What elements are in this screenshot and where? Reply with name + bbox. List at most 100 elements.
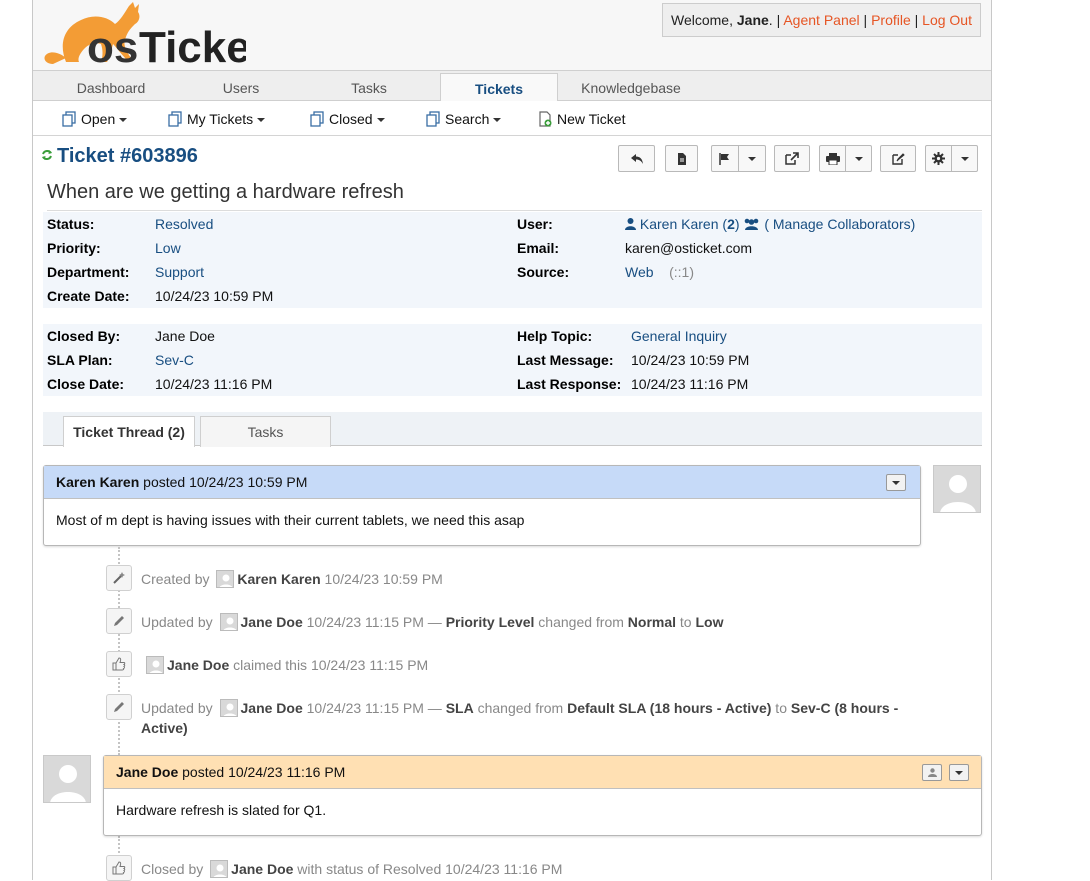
tab-tickets[interactable]: Tickets [440, 73, 558, 102]
event-to-word: to [676, 614, 696, 630]
page: os Ticket Welcome, Jane. | Agent Panel |… [32, 0, 992, 881]
separator: | [910, 12, 923, 28]
tab-tasks[interactable]: Tasks [311, 71, 427, 101]
subnav-search[interactable]: Search [425, 110, 502, 130]
event-sla-changed: Updated by Jane Doe 10/24/23 11:15 PM — … [141, 698, 941, 738]
source-value-text: Web [625, 264, 654, 280]
osticket-logo[interactable]: os Ticket [41, 0, 266, 72]
tab-thread-tasks[interactable]: Tasks [200, 416, 331, 447]
event-from: Normal [627, 614, 677, 630]
caret-down-icon [257, 118, 266, 122]
profile-link[interactable]: Profile [871, 12, 911, 28]
tickets-icon [62, 111, 76, 127]
refresh-icon[interactable] [41, 149, 53, 161]
priority-value: Low [155, 238, 181, 258]
gear-caret-half [952, 146, 977, 171]
reply-icon [630, 153, 643, 164]
subnav-closed[interactable]: Closed [309, 110, 385, 130]
department-row: Department: [47, 262, 129, 282]
event-actor: Jane Doe [240, 700, 303, 716]
source-value: Web (::1) [625, 262, 694, 282]
event-actor: Jane Doe [167, 657, 230, 673]
message-options-button[interactable] [886, 474, 906, 491]
event-priority-changed: Updated by Jane Doe 10/24/23 11:15 PM — … [141, 612, 724, 632]
event-actor: Karen Karen [237, 571, 321, 587]
event-edit-icon [106, 608, 132, 634]
event-prefix: Closed by [141, 861, 208, 877]
closed-by-row: Closed By: [47, 326, 120, 346]
print-caret-half [846, 146, 871, 171]
ticket-subject: When are we getting a hardware refresh [47, 181, 404, 203]
status-value-text: Resolved [155, 216, 214, 232]
email-value: karen@osticket.com [625, 238, 752, 258]
svg-text:os: os [87, 23, 138, 68]
more-actions-button[interactable] [925, 145, 978, 172]
share-icon [785, 152, 799, 165]
user-icon [625, 218, 636, 230]
manage-collaborators-link[interactable]: ( Manage Collaborators) [764, 216, 915, 232]
post-note-button[interactable] [665, 145, 698, 172]
event-created: Created by Karen Karen 10/24/23 10:59 PM [141, 569, 443, 589]
agent-panel-link[interactable]: Agent Panel [783, 12, 859, 28]
new-ticket-icon [539, 111, 552, 127]
thread-tabs: Ticket Thread (2) Tasks [43, 412, 982, 447]
logout-link[interactable]: Log Out [922, 12, 972, 28]
tab-users[interactable]: Users [183, 71, 299, 101]
caret-down-icon [376, 118, 385, 122]
edit-button[interactable] [880, 145, 916, 172]
print-dropdown-button[interactable] [819, 145, 872, 172]
subnav-search-label: Search [445, 111, 490, 127]
subnav-open[interactable]: Open [61, 110, 128, 130]
status-value: Resolved [155, 214, 213, 234]
ticket-info-primary: Status: Resolved Priority: Low Departmen… [43, 212, 982, 308]
last-message-row: Last Message: [517, 350, 613, 370]
last-message-value: 10/24/23 10:59 PM [631, 350, 749, 370]
event-time: 10/24/23 10:59 PM [320, 571, 443, 587]
mini-avatar [146, 656, 164, 674]
user-count-close: ) [734, 216, 740, 232]
reply-button[interactable] [618, 145, 655, 172]
source-ip: (::1) [669, 264, 694, 280]
department-label: Department: [47, 264, 130, 280]
tickets-icon [168, 111, 182, 127]
transfer-button[interactable] [774, 145, 810, 172]
event-to: Low [695, 614, 724, 630]
subnav-my-tickets[interactable]: My Tickets [167, 110, 266, 130]
ticket-title[interactable]: Ticket #603896 [41, 145, 198, 168]
message-user-button[interactable] [922, 764, 942, 781]
welcome-bar: Welcome, Jane. | Agent Panel | Profile |… [662, 3, 981, 37]
last-response-value: 10/24/23 11:16 PM [631, 374, 748, 394]
mini-avatar [216, 570, 235, 588]
source-label: Source: [517, 264, 570, 280]
print-half [820, 146, 845, 171]
event-claimed: Jane Doe claimed this 10/24/23 11:15 PM [143, 655, 428, 675]
event-time: 10/24/23 11:15 PM — [302, 700, 446, 716]
message-body: Most of m dept is having issues with the… [56, 512, 525, 528]
help-topic-value-text: General Inquiry [631, 328, 727, 344]
tab-ticket-thread[interactable]: Ticket Thread (2) [63, 416, 195, 447]
note-icon [677, 152, 686, 165]
mini-avatar [219, 699, 238, 717]
user-row: User: [517, 214, 553, 234]
closed-by-label: Closed By: [47, 328, 121, 344]
thread-message-agent: Jane Doe posted 10/24/23 11:16 PM Hardwa… [103, 755, 982, 836]
user-icon [927, 768, 937, 777]
event-edit-icon [106, 694, 132, 720]
event-to-word: to [771, 700, 791, 716]
tab-dashboard[interactable]: Dashboard [53, 71, 169, 101]
user-link[interactable]: Karen Karen [640, 216, 719, 232]
sla-row: SLA Plan: [47, 350, 113, 370]
message-options-button[interactable] [949, 764, 969, 781]
avatar-placeholder-icon [50, 765, 86, 802]
tab-knowledgebase[interactable]: Knowledgebase [571, 71, 691, 101]
caret-down-icon [955, 770, 963, 775]
caret-down-icon [119, 118, 128, 122]
print-icon [825, 152, 840, 165]
event-closed: Closed by Jane Doe with status of Resolv… [141, 859, 562, 879]
create-date-value: 10/24/23 10:59 PM [155, 286, 273, 306]
subnav-closed-label: Closed [329, 111, 373, 127]
subnav-open-label: Open [81, 111, 116, 127]
subnav-new-ticket[interactable]: New Ticket [537, 110, 625, 130]
event-mid: changed from [534, 614, 628, 630]
flag-dropdown-button[interactable] [711, 145, 766, 172]
